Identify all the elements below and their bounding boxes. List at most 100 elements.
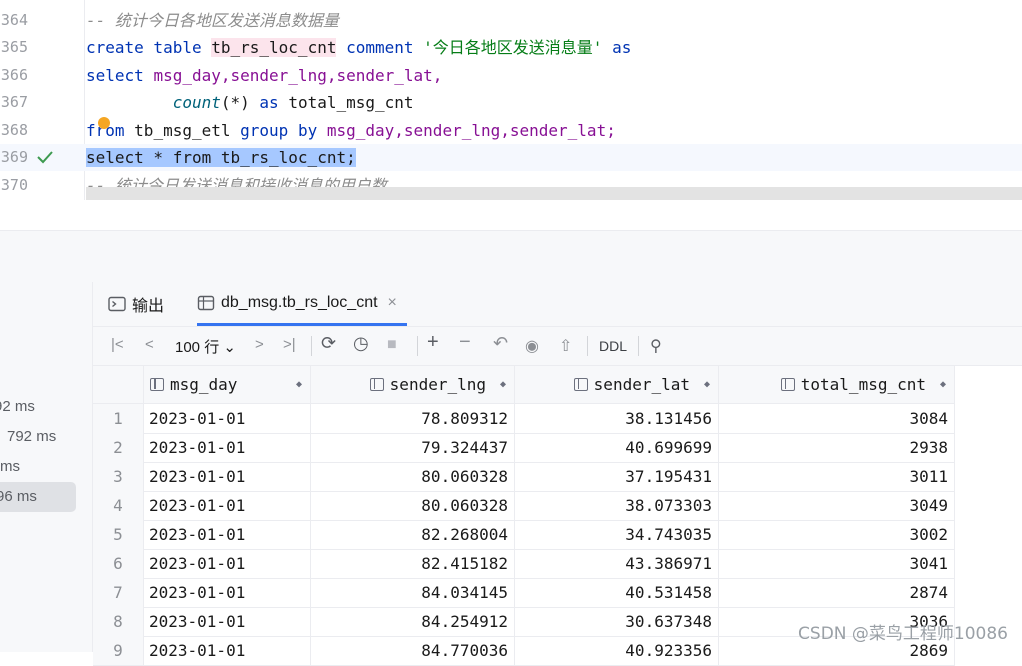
execution-time: 92 ms xyxy=(0,398,35,415)
last-page-icon[interactable]: >| xyxy=(283,336,296,353)
close-tab-icon[interactable]: × xyxy=(388,294,397,312)
table-row[interactable]: 3 2023-01-01 80.060328 37.195431 3011 xyxy=(93,462,955,492)
results-toolbar: |< < 100 行 ⌄ > >| ⟳ ◷ ■ + − ↶ ◉ ⇧ DDL ⚲ xyxy=(93,327,1022,366)
tab-label: 输出 xyxy=(132,298,165,315)
history-icon[interactable]: ◷ xyxy=(353,333,369,354)
previous-page-icon[interactable]: < xyxy=(145,336,154,353)
table-row[interactable]: 2 2023-01-01 79.324437 40.699699 2938 xyxy=(93,433,955,463)
table-row[interactable]: 4 2023-01-01 80.060328 38.073303 3049 xyxy=(93,491,955,521)
page-size-select[interactable]: 100 行 ⌄ xyxy=(175,336,236,357)
line-number: 365 xyxy=(0,38,28,56)
column-header-sender-lat[interactable]: sender_lat ◆ xyxy=(515,366,719,403)
cell-sender-lng[interactable]: 79.324437 xyxy=(311,433,515,462)
panel-separator[interactable] xyxy=(0,230,1022,283)
cell-sender-lng[interactable]: 80.060328 xyxy=(311,462,515,491)
cell-sender-lat[interactable]: 40.699699 xyxy=(515,433,719,462)
revert-icon[interactable]: ↶ xyxy=(493,333,508,354)
cell-sender-lng[interactable]: 82.415182 xyxy=(311,549,515,578)
cell-msg-day[interactable]: 2023-01-01 xyxy=(144,549,311,578)
cell-msg-day[interactable]: 2023-01-01 xyxy=(144,404,311,433)
code-text: from tb_msg_etl group by msg_day,sender_… xyxy=(86,121,616,140)
delete-row-icon[interactable]: − xyxy=(459,331,471,354)
line-number: 367 xyxy=(0,93,28,111)
pin-icon[interactable]: ⚲ xyxy=(650,336,662,356)
cell-total-msg-cnt[interactable]: 3041 xyxy=(719,549,955,578)
table-row[interactable]: 6 2023-01-01 82.415182 43.386971 3041 xyxy=(93,549,955,579)
code-line-368[interactable]: 368 from tb_msg_etl group by msg_day,sen… xyxy=(0,117,1022,144)
cell-sender-lng[interactable]: 78.809312 xyxy=(311,404,515,433)
sort-icon: ◆ xyxy=(703,379,710,390)
add-row-icon[interactable]: + xyxy=(427,331,439,354)
first-page-icon[interactable]: |< xyxy=(111,336,124,353)
cell-sender-lat[interactable]: 40.531458 xyxy=(515,578,719,607)
cell-msg-day[interactable]: 2023-01-01 xyxy=(144,578,311,607)
cell-sender-lat[interactable]: 38.073303 xyxy=(515,491,719,520)
stop-icon[interactable]: ■ xyxy=(387,336,397,354)
next-page-icon[interactable]: > xyxy=(255,336,264,353)
cell-sender-lat[interactable]: 30.637348 xyxy=(515,607,719,636)
console-icon xyxy=(108,296,126,312)
column-header-total-msg-cnt[interactable]: total_msg_cnt ◆ xyxy=(719,366,955,403)
line-number: 369 xyxy=(0,148,28,166)
cell-sender-lat[interactable]: 40.923356 xyxy=(515,636,719,665)
sql-editor[interactable]: 364 -- 统计今日各地区发送消息数据量 365 create table t… xyxy=(0,0,1022,230)
cell-sender-lng[interactable]: 84.034145 xyxy=(311,578,515,607)
row-number: 3 xyxy=(93,462,144,491)
cell-total-msg-cnt[interactable]: 3011 xyxy=(719,462,955,491)
row-number: 2 xyxy=(93,433,144,462)
column-header-msg-day[interactable]: msg_day ◆ xyxy=(144,366,311,403)
cell-sender-lng[interactable]: 84.254912 xyxy=(311,607,515,636)
horizontal-scrollbar[interactable] xyxy=(86,187,1022,200)
code-line-366[interactable]: 366 select msg_day,sender_lng,sender_lat… xyxy=(0,62,1022,89)
tab-result-table[interactable]: db_msg.tb_rs_loc_cnt × xyxy=(197,282,407,326)
row-number: 8 xyxy=(93,607,144,636)
cell-total-msg-cnt[interactable]: 3084 xyxy=(719,404,955,433)
code-line-369[interactable]: 369 select * from tb_rs_loc_cnt; xyxy=(0,144,1022,171)
services-pane: 92 ms 792 ms ms 96 ms xyxy=(0,282,93,652)
cell-sender-lat[interactable]: 38.131456 xyxy=(515,404,719,433)
ddl-button[interactable]: DDL xyxy=(599,338,627,354)
cell-sender-lng[interactable]: 84.770036 xyxy=(311,636,515,665)
cell-msg-day[interactable]: 2023-01-01 xyxy=(144,607,311,636)
preview-icon[interactable]: ◉ xyxy=(525,336,539,356)
cell-sender-lng[interactable]: 82.268004 xyxy=(311,520,515,549)
code-text: count(*) as total_msg_cnt xyxy=(172,93,414,112)
execution-time: ms xyxy=(0,458,20,475)
row-number: 9 xyxy=(93,636,144,665)
tab-output[interactable]: 输出 xyxy=(108,282,164,326)
line-number: 364 xyxy=(0,11,28,29)
cell-msg-day[interactable]: 2023-01-01 xyxy=(144,433,311,462)
cell-msg-day[interactable]: 2023-01-01 xyxy=(144,636,311,665)
line-number: 368 xyxy=(0,121,28,139)
cell-sender-lat[interactable]: 43.386971 xyxy=(515,549,719,578)
cell-sender-lat[interactable]: 37.195431 xyxy=(515,462,719,491)
cell-msg-day[interactable]: 2023-01-01 xyxy=(144,462,311,491)
refresh-icon[interactable]: ⟳ xyxy=(321,333,336,354)
cell-msg-day[interactable]: 2023-01-01 xyxy=(144,520,311,549)
intention-bulb-icon[interactable] xyxy=(98,117,110,129)
cell-sender-lng[interactable]: 80.060328 xyxy=(311,491,515,520)
cell-total-msg-cnt[interactable]: 2938 xyxy=(719,433,955,462)
line-number: 366 xyxy=(0,66,28,84)
execution-time: 792 ms xyxy=(7,428,57,445)
table-row[interactable]: 7 2023-01-01 84.034145 40.531458 2874 xyxy=(93,578,955,608)
table-row[interactable]: 5 2023-01-01 82.268004 34.743035 3002 xyxy=(93,520,955,550)
code-line-364[interactable]: 364 -- 统计今日各地区发送消息数据量 xyxy=(0,7,1022,34)
cell-total-msg-cnt[interactable]: 3049 xyxy=(719,491,955,520)
cell-sender-lat[interactable]: 34.743035 xyxy=(515,520,719,549)
submit-icon[interactable]: ⇧ xyxy=(559,336,572,356)
sort-icon: ◆ xyxy=(499,379,506,390)
column-icon xyxy=(573,378,588,391)
tab-label: db_msg.tb_rs_loc_cnt xyxy=(221,293,378,311)
execution-time: 96 ms xyxy=(0,488,37,505)
column-header-sender-lng[interactable]: sender_lng ◆ xyxy=(311,366,515,403)
check-icon xyxy=(37,151,53,164)
results-panel: 输出 db_msg.tb_rs_loc_cnt × |< < 100 行 ⌄ >… xyxy=(93,282,1022,666)
code-line-365[interactable]: 365 create table tb_rs_loc_cnt comment '… xyxy=(0,34,1022,61)
table-row[interactable]: 1 2023-01-01 78.809312 38.131456 3084 xyxy=(93,404,955,434)
column-icon xyxy=(780,378,795,391)
cell-total-msg-cnt[interactable]: 3002 xyxy=(719,520,955,549)
code-line-367[interactable]: 367 count(*) as total_msg_cnt xyxy=(0,89,1022,116)
cell-msg-day[interactable]: 2023-01-01 xyxy=(144,491,311,520)
cell-total-msg-cnt[interactable]: 2874 xyxy=(719,578,955,607)
